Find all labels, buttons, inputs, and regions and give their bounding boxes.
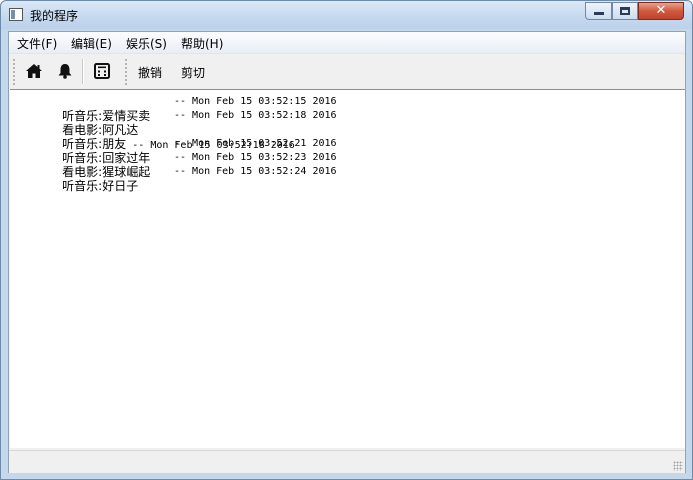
title-bar[interactable]: 我的程序 ✕ — [1, 1, 692, 29]
app-icon[interactable] — [9, 8, 23, 21]
log-line: 看电影:阿凡达 -- Mon Feb 15 03:52:18 2016 — [14, 109, 336, 137]
toolbar: 撤销 剪切 — [9, 54, 685, 89]
client-area: 文件(F) 编辑(E) 娱乐(S) 帮助(H) 撤销 剪切 听音乐:爱情买卖 -… — [8, 31, 686, 473]
menu-edit[interactable]: 编辑(E) — [71, 35, 112, 52]
resize-grip[interactable] — [673, 461, 683, 471]
menu-help[interactable]: 帮助(H) — [181, 35, 223, 52]
text-editor[interactable]: 听音乐:爱情买卖 -- Mon Feb 15 03:52:15 2016 看电影:… — [10, 89, 685, 448]
menu-bar: 文件(F) 编辑(E) 娱乐(S) 帮助(H) — [9, 32, 685, 54]
toolbar-separator — [82, 59, 84, 84]
toolbar-grip[interactable] — [125, 58, 127, 85]
log-line: 看电影:猩球崛起 -- Mon Feb 15 03:52:23 2016 — [14, 151, 336, 179]
app-window: 我的程序 ✕ 文件(F) 编辑(E) 娱乐(S) 帮助(H) 撤销 剪切 听音乐… — [0, 0, 693, 480]
log-timestamp: -- Mon Feb 15 03:52:15 2016 — [174, 96, 337, 107]
calculator-icon — [94, 63, 110, 79]
log-category: 听音乐: — [62, 179, 103, 193]
undo-button[interactable]: 撤销 — [138, 64, 162, 81]
cut-button[interactable]: 剪切 — [181, 64, 205, 81]
window-title: 我的程序 — [30, 9, 79, 23]
minimize-button[interactable] — [585, 2, 612, 20]
log-line: 听音乐:朋友 -- Mon Feb 15 03:52:18 2016 — [14, 123, 295, 151]
home-button[interactable] — [23, 60, 45, 82]
toolbar-grip[interactable] — [13, 58, 15, 85]
log-timestamp: -- Mon Feb 15 03:52:23 2016 — [174, 152, 337, 163]
close-button[interactable]: ✕ — [638, 2, 684, 20]
log-item: 好日子 — [102, 179, 139, 193]
home-icon — [26, 64, 42, 78]
log-timestamp: -- Mon Feb 15 03:52:24 2016 — [174, 166, 337, 177]
calculator-button[interactable] — [91, 60, 113, 82]
maximize-button[interactable] — [612, 2, 638, 20]
bell-button[interactable] — [54, 60, 76, 82]
menu-file[interactable]: 文件(F) — [17, 35, 57, 52]
log-line: 听音乐:爱情买卖 -- Mon Feb 15 03:52:15 2016 — [14, 95, 336, 123]
bell-icon — [58, 64, 72, 79]
log-line: 听音乐:好日子 -- Mon Feb 15 03:52:24 2016 — [14, 165, 336, 193]
close-icon: ✕ — [655, 3, 667, 18]
menu-entertainment[interactable]: 娱乐(S) — [126, 35, 167, 52]
status-bar — [9, 450, 685, 473]
maximize-icon — [620, 7, 630, 15]
log-timestamp: -- Mon Feb 15 03:52:18 2016 — [174, 110, 337, 121]
log-line: 听音乐:回家过年 -- Mon Feb 15 03:52:21 2016 — [14, 137, 336, 165]
minimize-icon — [594, 12, 604, 15]
log-timestamp: -- Mon Feb 15 03:52:21 2016 — [174, 138, 337, 149]
